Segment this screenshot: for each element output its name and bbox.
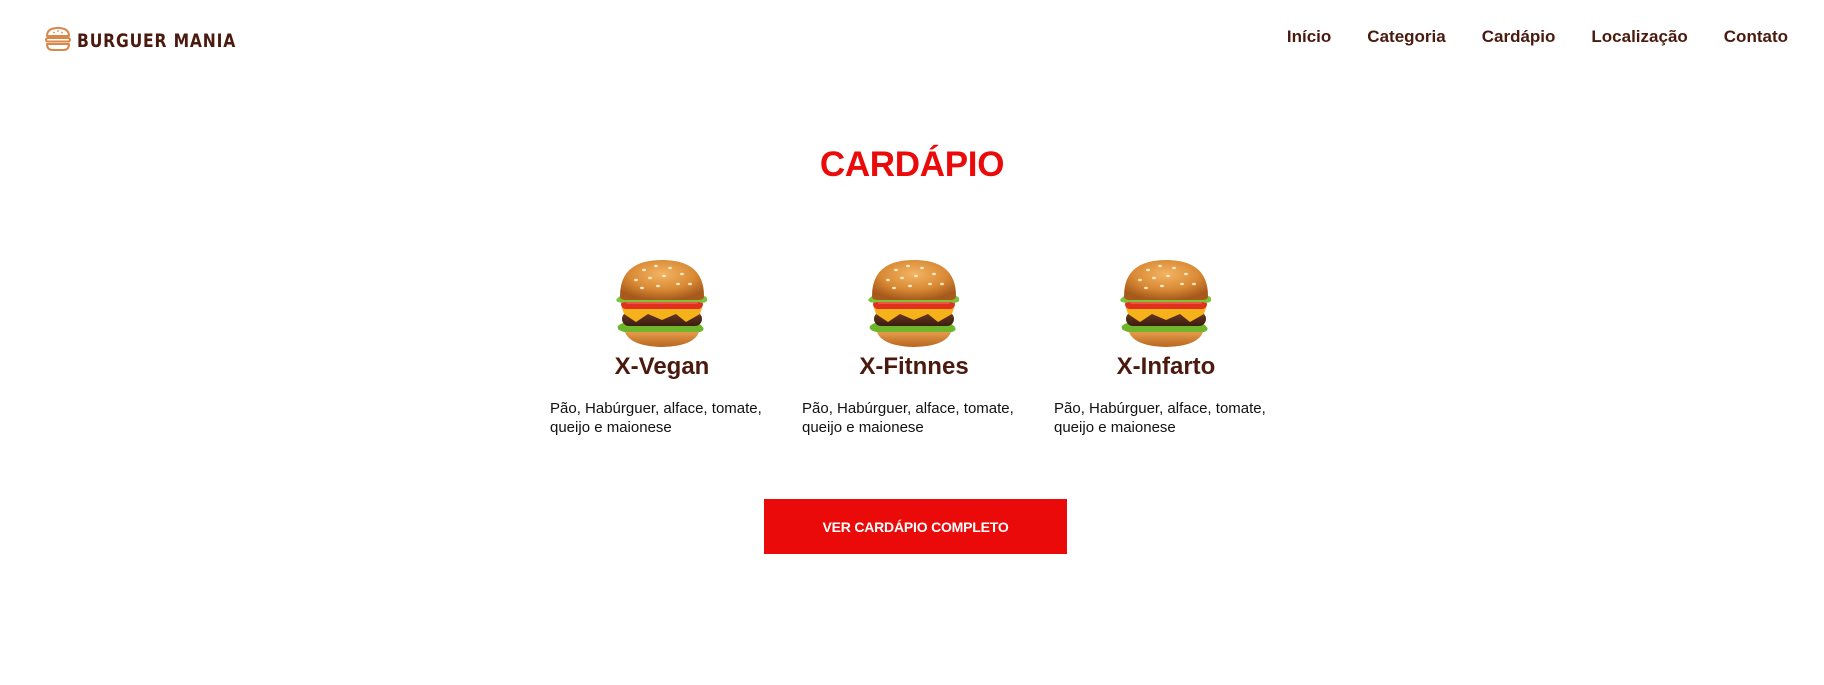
burger-image	[616, 260, 708, 347]
menu-item-name: X-Infarto	[1116, 353, 1216, 380]
menu-item-name: X-Fitnnes	[859, 353, 969, 380]
full-menu-button[interactable]: VER CARDÁPIO COMPLETO	[764, 499, 1067, 554]
nav-item-contato[interactable]: Contato	[1724, 25, 1788, 49]
menu-item-name: X-Vegan	[614, 353, 710, 380]
menu-item-description: Pão, Habúrguer, alface, tomate, queijo e…	[1054, 400, 1266, 436]
nav-item-localizacao[interactable]: Localização	[1591, 25, 1687, 49]
burger-image	[1120, 260, 1212, 347]
menu-item-description: Pão, Habúrguer, alface, tomate, queijo e…	[550, 400, 762, 436]
logo-text: BURGUER MANIA	[77, 30, 237, 52]
site-header: BURGUER MANIA Início Categoria Cardápio …	[0, 0, 1824, 80]
menu-cards: X-Vegan Pão, Habúrguer, alface, tomate, …	[550, 256, 1310, 456]
logo-link[interactable]: BURGUER MANIA	[44, 24, 271, 54]
burger-icon	[44, 26, 72, 52]
nav-item-cardapio[interactable]: Cardápio	[1482, 25, 1556, 49]
nav-item-inicio[interactable]: Início	[1287, 25, 1331, 49]
menu-item-description: Pão, Habúrguer, alface, tomate, queijo e…	[802, 400, 1014, 436]
nav-item-categoria[interactable]: Categoria	[1367, 25, 1445, 49]
main-nav: Início Categoria Cardápio Localização Co…	[1287, 25, 1788, 49]
section-title: CARDÁPIO	[819, 145, 1005, 184]
burger-image	[868, 260, 960, 347]
